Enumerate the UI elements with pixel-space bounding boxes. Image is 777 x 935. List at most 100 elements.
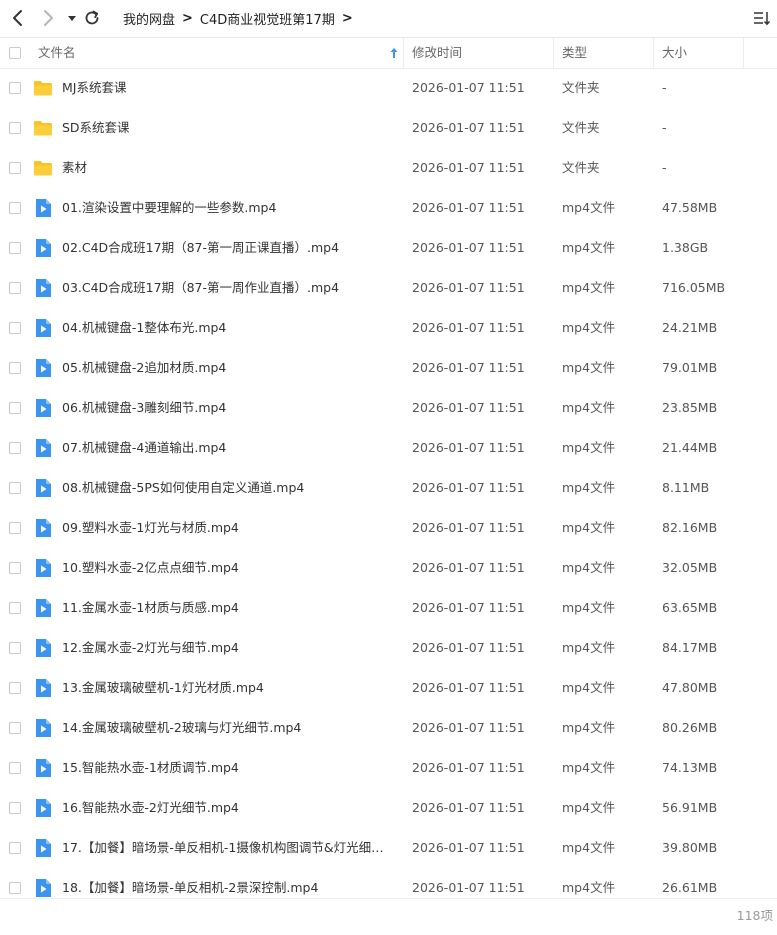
column-header-modified[interactable]: 修改时间 bbox=[412, 38, 462, 68]
column-divider[interactable] bbox=[403, 38, 404, 68]
file-row[interactable]: 素材 2026-01-07 11:51 文件夹 - bbox=[0, 148, 777, 188]
file-name[interactable]: 13.金属玻璃破壁机-1灯光材质.mp4 bbox=[62, 668, 394, 708]
file-name[interactable]: 10.塑料水壶-2亿点点细节.mp4 bbox=[62, 548, 394, 588]
column-divider[interactable] bbox=[743, 38, 744, 68]
caret-down-icon bbox=[68, 16, 76, 21]
file-name[interactable]: 01.渲染设置中要理解的一些参数.mp4 bbox=[62, 188, 394, 228]
file-modified-time: 2026-01-07 11:51 bbox=[412, 200, 525, 215]
forward-button[interactable] bbox=[38, 8, 58, 28]
video-file-icon bbox=[36, 399, 51, 417]
file-row[interactable]: 04.机械键盘-1整体布光.mp4 2026-01-07 11:51 mp4文件 24… bbox=[0, 308, 777, 348]
row-checkbox[interactable] bbox=[9, 482, 21, 494]
refresh-button[interactable] bbox=[82, 8, 102, 28]
file-row[interactable]: 11.金属水壶-1材质与质感.mp4 2026-01-07 11:51 mp4文件 6… bbox=[0, 588, 777, 628]
file-name[interactable]: 07.机械键盘-4通道输出.mp4 bbox=[62, 428, 394, 468]
row-checkbox[interactable] bbox=[9, 722, 21, 734]
row-checkbox[interactable] bbox=[9, 322, 21, 334]
column-divider[interactable] bbox=[653, 38, 654, 68]
file-name[interactable]: SD系统套课 bbox=[62, 108, 394, 148]
breadcrumb-item-my-drive[interactable]: 我的网盘 bbox=[123, 9, 175, 28]
video-file-icon bbox=[36, 759, 51, 777]
file-name[interactable]: MJ系统套课 bbox=[62, 68, 394, 108]
file-row[interactable]: 16.智能热水壶-2灯光细节.mp4 2026-01-07 11:51 mp4文件 5… bbox=[0, 788, 777, 828]
file-size: 56.91MB bbox=[662, 800, 718, 815]
file-size: 39.80MB bbox=[662, 840, 718, 855]
file-size: 47.80MB bbox=[662, 680, 718, 695]
file-name[interactable]: 12.金属水壶-2灯光与细节.mp4 bbox=[62, 628, 394, 668]
file-row[interactable]: 07.机械键盘-4通道输出.mp4 2026-01-07 11:51 mp4文件 21… bbox=[0, 428, 777, 468]
file-name[interactable]: 素材 bbox=[62, 148, 394, 188]
row-checkbox[interactable] bbox=[9, 242, 21, 254]
file-name[interactable]: 04.机械键盘-1整体布光.mp4 bbox=[62, 308, 394, 348]
row-checkbox[interactable] bbox=[9, 842, 21, 854]
file-modified-time: 2026-01-07 11:51 bbox=[412, 80, 525, 95]
file-name[interactable]: 08.机械键盘-5PS如何使用自定义通道.mp4 bbox=[62, 468, 394, 508]
row-checkbox[interactable] bbox=[9, 762, 21, 774]
file-size: 63.65MB bbox=[662, 600, 718, 615]
column-header-name[interactable]: 文件名 bbox=[38, 38, 76, 68]
column-header-size[interactable]: 大小 bbox=[662, 38, 687, 68]
file-name[interactable]: 17.【加餐】暗场景-单反相机-1摄像机构图调节&灯光细节.m... bbox=[62, 828, 394, 868]
column-divider[interactable] bbox=[553, 38, 554, 68]
row-checkbox[interactable] bbox=[9, 882, 21, 894]
file-row[interactable]: 15.智能热水壶-1材质调节.mp4 2026-01-07 11:51 mp4文件 7… bbox=[0, 748, 777, 788]
row-checkbox[interactable] bbox=[9, 122, 21, 134]
file-row[interactable]: 13.金属玻璃破壁机-1灯光材质.mp4 2026-01-07 11:51 mp4文… bbox=[0, 668, 777, 708]
row-checkbox[interactable] bbox=[9, 362, 21, 374]
row-checkbox[interactable] bbox=[9, 202, 21, 214]
file-name[interactable]: 03.C4D合成班17期（87-第一周作业直播）.mp4 bbox=[62, 268, 394, 308]
sort-ascending-icon[interactable] bbox=[389, 47, 399, 59]
file-row[interactable]: 05.机械键盘-2追加材质.mp4 2026-01-07 11:51 mp4文件 79… bbox=[0, 348, 777, 388]
file-name[interactable]: 09.塑料水壶-1灯光与材质.mp4 bbox=[62, 508, 394, 548]
video-file-icon bbox=[36, 639, 51, 657]
row-checkbox[interactable] bbox=[9, 402, 21, 414]
file-row[interactable]: 01.渲染设置中要理解的一些参数.mp4 2026-01-07 11:51 mp4文… bbox=[0, 188, 777, 228]
row-checkbox[interactable] bbox=[9, 442, 21, 454]
file-type: mp4文件 bbox=[562, 760, 616, 775]
file-name[interactable]: 02.C4D合成班17期（87-第一周正课直播）.mp4 bbox=[62, 228, 394, 268]
video-file-icon bbox=[36, 199, 51, 217]
back-button[interactable] bbox=[8, 8, 28, 28]
file-size: 23.85MB bbox=[662, 400, 718, 415]
file-row[interactable]: 14.金属玻璃破壁机-2玻璃与灯光细节.mp4 2026-01-07 11:51 m… bbox=[0, 708, 777, 748]
file-row[interactable]: 12.金属水壶-2灯光与细节.mp4 2026-01-07 11:51 mp4文件 8… bbox=[0, 628, 777, 668]
history-dropdown[interactable] bbox=[62, 8, 76, 28]
row-checkbox[interactable] bbox=[9, 282, 21, 294]
file-type: mp4文件 bbox=[562, 640, 616, 655]
video-file-icon bbox=[36, 359, 51, 377]
file-row[interactable]: 10.塑料水壶-2亿点点细节.mp4 2026-01-07 11:51 mp4文件 3… bbox=[0, 548, 777, 588]
file-type: mp4文件 bbox=[562, 840, 616, 855]
row-checkbox[interactable] bbox=[9, 802, 21, 814]
file-name[interactable]: 06.机械键盘-3雕刻细节.mp4 bbox=[62, 388, 394, 428]
file-name[interactable]: 16.智能热水壶-2灯光细节.mp4 bbox=[62, 788, 394, 828]
file-type: mp4文件 bbox=[562, 800, 616, 815]
file-row[interactable]: MJ系统套课 2026-01-07 11:51 文件夹 - bbox=[0, 68, 777, 108]
row-checkbox[interactable] bbox=[9, 522, 21, 534]
file-name[interactable]: 15.智能热水壶-1材质调节.mp4 bbox=[62, 748, 394, 788]
file-size: 1.38GB bbox=[662, 240, 709, 255]
breadcrumb-item-current-folder[interactable]: C4D商业视觉班第17期 bbox=[200, 9, 335, 28]
row-checkbox[interactable] bbox=[9, 162, 21, 174]
row-checkbox[interactable] bbox=[9, 602, 21, 614]
file-name[interactable]: 05.机械键盘-2追加材质.mp4 bbox=[62, 348, 394, 388]
view-options-button[interactable] bbox=[753, 9, 771, 27]
video-file-icon bbox=[36, 879, 51, 897]
row-checkbox[interactable] bbox=[9, 562, 21, 574]
file-size: 21.44MB bbox=[662, 440, 718, 455]
select-all-checkbox[interactable] bbox=[9, 47, 21, 59]
file-row[interactable]: 09.塑料水壶-1灯光与材质.mp4 2026-01-07 11:51 mp4文件 8… bbox=[0, 508, 777, 548]
file-name[interactable]: 14.金属玻璃破壁机-2玻璃与灯光细节.mp4 bbox=[62, 708, 394, 748]
file-row[interactable]: SD系统套课 2026-01-07 11:51 文件夹 - bbox=[0, 108, 777, 148]
file-row[interactable]: 17.【加餐】暗场景-单反相机-1摄像机构图调节&灯光细节.m... 2026-0… bbox=[0, 828, 777, 868]
file-row[interactable]: 08.机械键盘-5PS如何使用自定义通道.mp4 2026-01-07 11:51… bbox=[0, 468, 777, 508]
file-row[interactable]: 02.C4D合成班17期（87-第一周正课直播）.mp4 2026-01-07 1… bbox=[0, 228, 777, 268]
row-checkbox[interactable] bbox=[9, 642, 21, 654]
row-checkbox[interactable] bbox=[9, 682, 21, 694]
file-row[interactable]: 06.机械键盘-3雕刻细节.mp4 2026-01-07 11:51 mp4文件 23… bbox=[0, 388, 777, 428]
file-size: 24.21MB bbox=[662, 320, 718, 335]
file-name[interactable]: 11.金属水壶-1材质与质感.mp4 bbox=[62, 588, 394, 628]
row-checkbox[interactable] bbox=[9, 82, 21, 94]
file-row[interactable]: 03.C4D合成班17期（87-第一周作业直播）.mp4 2026-01-07 1… bbox=[0, 268, 777, 308]
file-type: mp4文件 bbox=[562, 360, 616, 375]
column-header-type[interactable]: 类型 bbox=[562, 38, 587, 68]
